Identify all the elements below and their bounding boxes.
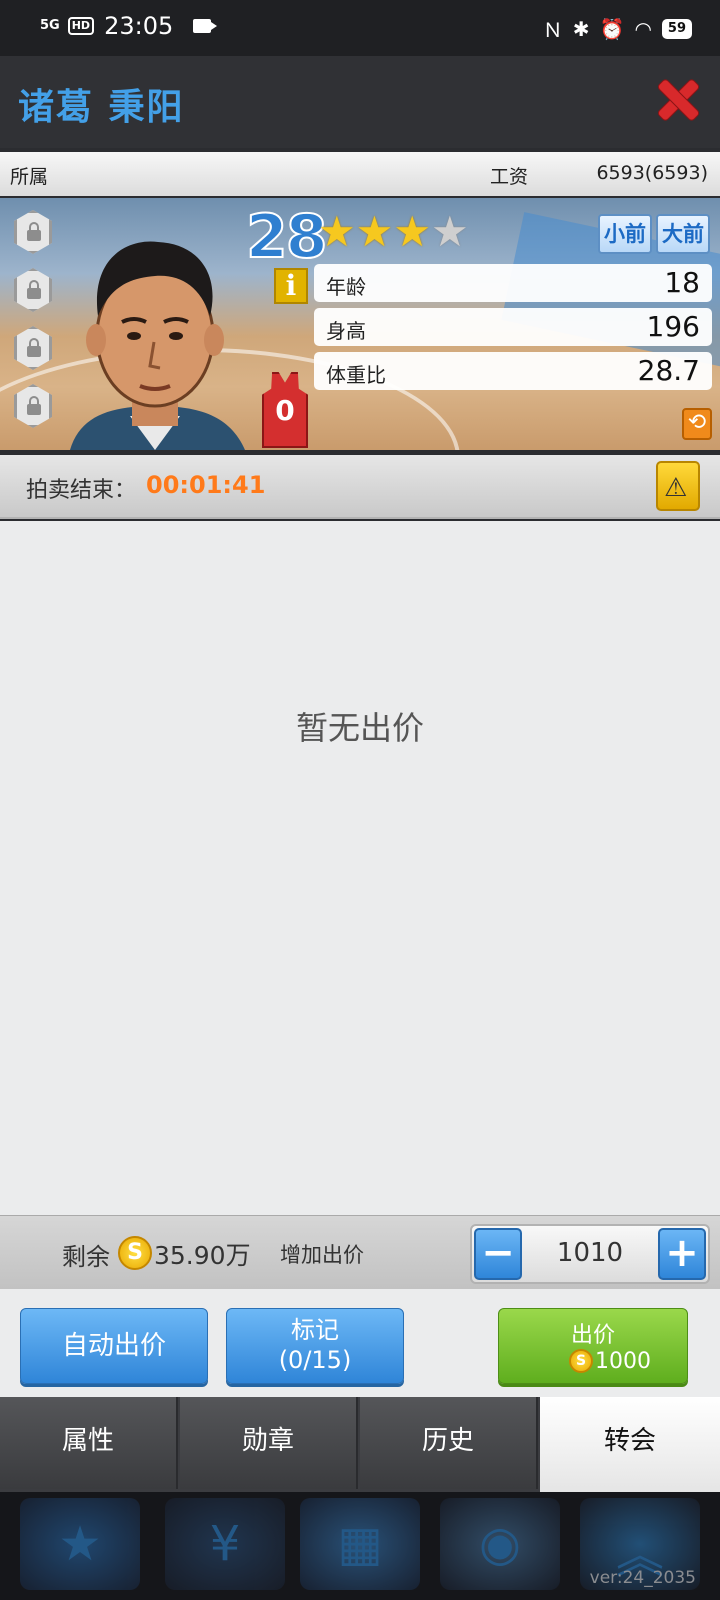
- close-button[interactable]: [656, 78, 700, 122]
- affiliation-label: 所属: [10, 166, 49, 188]
- title-bar: 诸葛 秉阳: [0, 56, 720, 148]
- nav-yen-icon: ¥: [165, 1498, 285, 1590]
- star-filled-icon: ★: [355, 207, 394, 256]
- report-warning-button[interactable]: ⚠: [656, 461, 700, 511]
- stat-label: 身高: [326, 319, 366, 343]
- battery-icon: 59: [661, 18, 692, 39]
- wifi-icon: ◠: [634, 16, 652, 41]
- tab-attributes[interactable]: 属性: [0, 1397, 178, 1489]
- position-small-forward-button[interactable]: 小前: [598, 214, 652, 254]
- mark-label: 标记: [291, 1316, 339, 1344]
- tab-badges[interactable]: 勋章: [180, 1397, 358, 1489]
- bid-label: 出价: [570, 1323, 615, 1348]
- remaining-label: 剩余: [62, 1243, 110, 1271]
- mark-count: (0/15): [278, 1346, 352, 1374]
- video-camera-icon: [193, 19, 218, 33]
- hd-icon: HD: [67, 17, 95, 35]
- locked-slot-lock-icon[interactable]: [14, 210, 52, 254]
- stat-value: 196: [646, 310, 700, 343]
- status-time: 23:05: [104, 12, 174, 40]
- increase-bid-button[interactable]: +: [658, 1228, 706, 1280]
- remaining-coins: 35.90万: [154, 1241, 251, 1270]
- locked-slot-lock-icon[interactable]: [14, 268, 52, 312]
- bid-amount: 1000: [595, 1349, 651, 1374]
- nav-star-icon: ★: [20, 1498, 140, 1590]
- star-filled-icon: ★: [318, 207, 356, 256]
- increase-bid-label: 增加出价: [280, 1243, 364, 1267]
- player-card: 28 ★ ★ ★ ★ 小前 大前 i 年龄 18 身高 196 体重比 28.7…: [0, 198, 720, 450]
- bids-list: 暂无出价: [0, 521, 720, 1215]
- network-signal-icon: 5G: [40, 18, 60, 33]
- coin-icon: S: [118, 1236, 152, 1270]
- star-rating: ★ ★ ★ ★: [318, 208, 469, 256]
- info-row: 所属 工资 6593(6593): [0, 152, 720, 196]
- status-right: Ｎ ✱ ⏰ ◠ 59: [543, 14, 692, 43]
- star-empty-icon: ★: [430, 207, 469, 256]
- salary-label: 工资: [490, 166, 529, 188]
- auction-bar: 拍卖结束： 00:01:41 ⚠: [0, 455, 720, 519]
- stat-weight-ratio: 体重比 28.7: [314, 352, 712, 390]
- tab-transfer[interactable]: 转会: [540, 1397, 720, 1492]
- stat-value: 28.7: [637, 354, 700, 387]
- bottom-tabs: 属性 勋章 历史 转会: [0, 1397, 720, 1492]
- action-buttons: 自动出价 标记 (0/15) 出价 S 1000: [0, 1289, 720, 1397]
- place-bid-button[interactable]: 出价 S 1000: [498, 1308, 688, 1384]
- alarm-icon: ⏰: [599, 16, 625, 41]
- status-bar: 5G HD 23:05 Ｎ ✱ ⏰ ◠ 59: [0, 0, 720, 56]
- status-left: 5G HD 23:05: [40, 12, 218, 40]
- nav-chat-icon: ◉: [440, 1498, 560, 1590]
- warning-icon: ⚠: [664, 473, 688, 503]
- info-icon[interactable]: i: [274, 268, 308, 304]
- tab-history[interactable]: 历史: [360, 1397, 538, 1489]
- coin-icon: S: [569, 1349, 593, 1373]
- stat-age: 年龄 18: [314, 264, 712, 302]
- stat-label: 体重比: [326, 363, 386, 387]
- bid-control-row: 剩余 S 35.90万 增加出价 − 1010 +: [0, 1215, 720, 1289]
- player-avatar: [70, 241, 245, 450]
- salary-value: 6593(6593): [596, 162, 708, 184]
- nfc-icon: Ｎ: [542, 18, 563, 42]
- auction-countdown: 00:01:41: [146, 471, 266, 499]
- star-filled-icon: ★: [393, 207, 431, 256]
- locked-slot-lock-icon[interactable]: [14, 326, 52, 370]
- jersey-number: 0: [275, 394, 295, 427]
- decrease-bid-button[interactable]: −: [474, 1228, 522, 1280]
- auction-end-label: 拍卖结束：: [26, 478, 137, 503]
- bluetooth-icon: ✱: [572, 16, 590, 41]
- stat-label: 年龄: [326, 275, 366, 299]
- player-rating: 28: [245, 201, 328, 273]
- position-power-forward-button[interactable]: 大前: [656, 214, 710, 254]
- bid-increment-value[interactable]: 1010: [524, 1238, 656, 1268]
- stat-height: 身高 196: [314, 308, 712, 346]
- bid-increment-stepper: − 1010 +: [470, 1224, 710, 1284]
- stat-value: 18: [664, 266, 700, 299]
- mark-button[interactable]: 标记 (0/15): [226, 1308, 404, 1384]
- nav-team-icon: ▦: [300, 1498, 420, 1590]
- player-name: 诸葛 秉阳: [18, 87, 185, 128]
- auto-bid-button[interactable]: 自动出价: [20, 1308, 208, 1384]
- refresh-icon[interactable]: ⟲: [682, 408, 712, 440]
- version-label: ver:24_2035: [589, 1568, 696, 1588]
- empty-bids-text: 暂无出价: [295, 709, 424, 747]
